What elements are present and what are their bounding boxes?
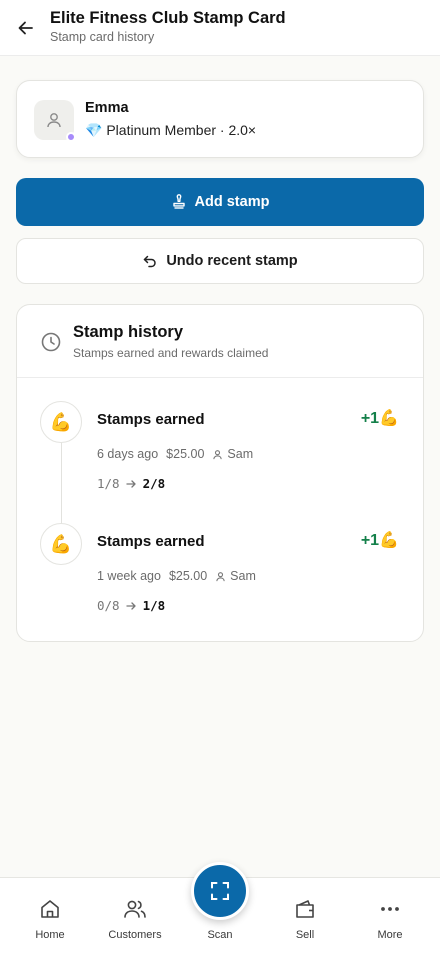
flexed-biceps-icon: 💪: [40, 523, 82, 565]
wallet-icon: [296, 900, 314, 918]
history-subtitle: Stamps earned and rewards claimed: [73, 346, 269, 360]
entry-meta: 6 days ago $25.00 Sam: [97, 447, 253, 461]
entry-time: 6 days ago: [97, 447, 159, 461]
nav-more-label: More: [377, 929, 403, 941]
users-icon: [124, 900, 146, 918]
arrow-right-icon: [125, 601, 136, 610]
entry-delta: +1💪: [360, 410, 399, 427]
flexed-biceps-icon: 💪: [40, 401, 82, 443]
member-name: Emma: [85, 100, 129, 116]
member-tier: 💎 Platinum Member · 2.0×: [85, 122, 256, 139]
diamond-icon: 💎: [85, 122, 103, 138]
user-icon: [47, 113, 61, 128]
add-stamp-label: Add stamp: [194, 194, 270, 210]
page-subtitle: Stamp card history: [50, 30, 155, 44]
user-icon: [216, 571, 225, 581]
history-header: Stamp history Stamps earned and rewards …: [17, 305, 423, 378]
nav-home[interactable]: Home: [6, 878, 94, 956]
entry-staff-name: Sam: [227, 447, 254, 461]
entry-time: 1 week ago: [97, 569, 161, 583]
entry-amount: $25.00: [166, 447, 205, 461]
progress-from: 0/8: [97, 598, 120, 613]
undo-icon: [144, 255, 157, 268]
nav-customers-label: Customers: [108, 929, 162, 941]
entry-amount: $25.00: [168, 569, 208, 583]
stamp-icon: [172, 194, 185, 209]
entry-meta: 1 week ago $25.00 Sam: [97, 569, 256, 583]
arrow-left-icon: [18, 21, 33, 35]
progress-from: 1/8: [97, 476, 120, 491]
home-icon: [41, 900, 59, 918]
status-dot: [66, 132, 76, 142]
entry-staff-name: Sam: [230, 569, 256, 583]
clock-icon: [41, 332, 61, 352]
entry-delta: +1💪: [360, 532, 399, 549]
member-card[interactable]: Emma 💎 Platinum Member · 2.0×: [16, 80, 424, 158]
member-tier-text: Platinum Member · 2.0×: [106, 122, 257, 138]
nav-sell[interactable]: Sell: [261, 878, 349, 956]
progress-to: 1/8: [142, 598, 166, 613]
history-entry[interactable]: 💪 Stamps earned +1💪 1 week ago $25.00 Sa…: [17, 523, 423, 633]
bottom-nav: Home Customers Scan Sell More: [0, 862, 440, 956]
undo-label: Undo recent stamp: [166, 253, 298, 269]
entry-staff: Sam: [212, 447, 253, 461]
arrow-right-icon: [125, 479, 136, 488]
history-entry[interactable]: 💪 Stamps earned +1💪 6 days ago $25.00 Sa…: [17, 401, 423, 511]
more-dots-icon: [381, 907, 399, 911]
scan-button[interactable]: [191, 862, 249, 920]
page-title: Elite Fitness Club Stamp Card: [50, 9, 286, 27]
user-icon: [213, 449, 223, 459]
entry-staff: Sam: [215, 569, 256, 583]
stamp-history-card: Stamp history Stamps earned and rewards …: [16, 304, 424, 642]
entry-title: Stamps earned: [97, 411, 205, 428]
scan-icon: [211, 882, 229, 900]
entry-title: Stamps earned: [97, 533, 205, 550]
undo-stamp-button[interactable]: Undo recent stamp: [16, 238, 424, 284]
history-title: Stamp history: [73, 323, 184, 341]
nav-sell-label: Sell: [295, 929, 315, 941]
progress-to: 2/8: [142, 476, 166, 491]
nav-home-label: Home: [35, 929, 65, 941]
entry-progress: 1/8 2/8: [97, 476, 165, 491]
back-button[interactable]: [12, 14, 40, 42]
nav-scan[interactable]: Scan: [176, 862, 264, 956]
nav-more[interactable]: More: [346, 878, 434, 956]
nav-scan-label: Scan: [207, 929, 233, 941]
add-stamp-button[interactable]: Add stamp: [16, 178, 424, 226]
nav-customers[interactable]: Customers: [91, 878, 179, 956]
app-header: Elite Fitness Club Stamp Card Stamp card…: [0, 0, 440, 56]
entry-progress: 0/8 1/8: [97, 598, 165, 613]
